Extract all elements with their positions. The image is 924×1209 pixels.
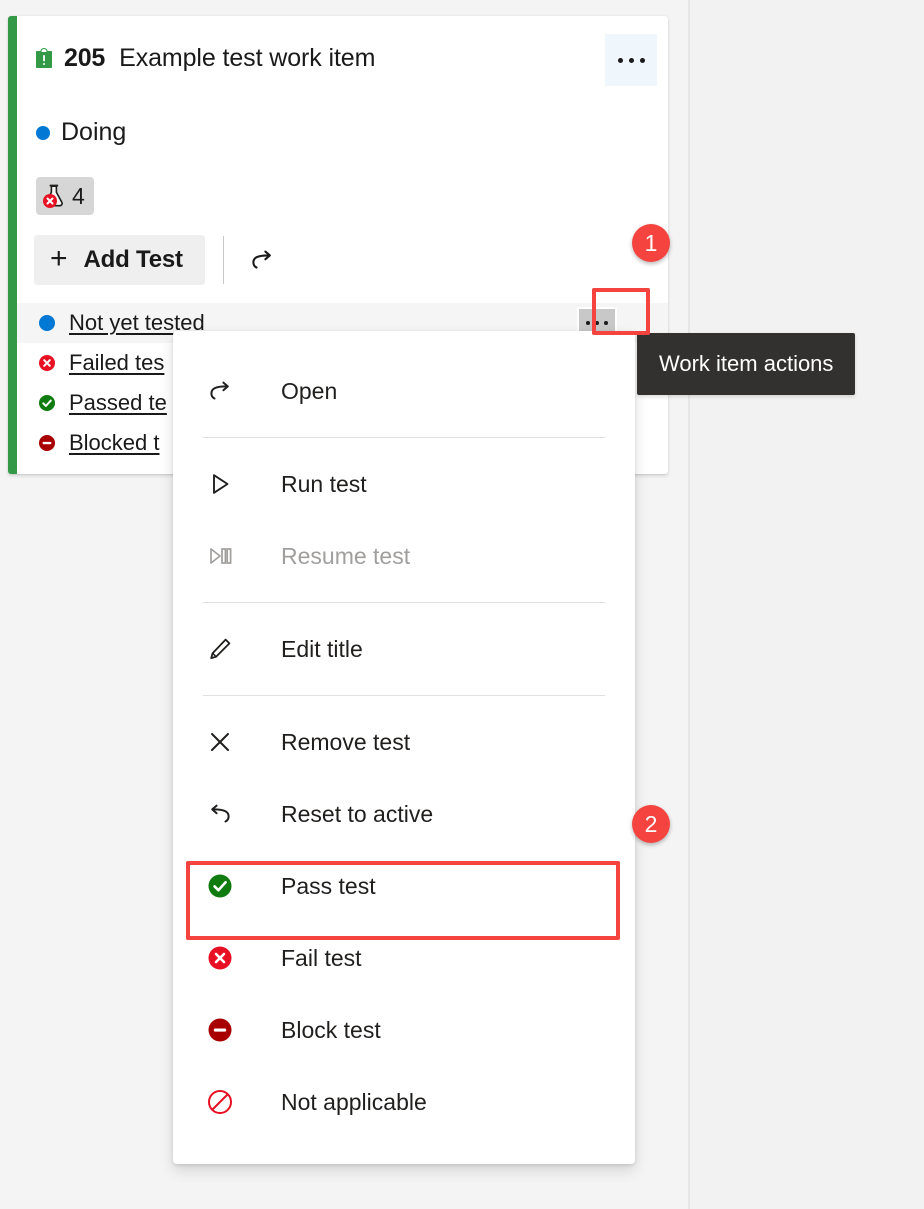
menu-item-not-applicable[interactable]: Not applicable — [173, 1066, 635, 1138]
state-dot-icon — [36, 125, 50, 140]
work-item-type-stripe — [8, 16, 17, 474]
menu-item-fail-test[interactable]: Fail test — [173, 922, 635, 994]
work-item-actions-button[interactable] — [605, 34, 657, 86]
ellipsis-icon — [586, 321, 608, 325]
menu-item-open[interactable]: Open — [173, 355, 635, 427]
blocked-dark-red-minus-icon — [39, 435, 55, 451]
flask-failed-icon — [41, 183, 67, 209]
play-triangle-icon — [207, 471, 247, 497]
test-context-menu: Open Run test Resume test Edit title Rem… — [173, 331, 635, 1164]
menu-item-label: Fail test — [281, 944, 362, 971]
menu-item-label: Edit title — [281, 635, 363, 662]
test-toolbar: + Add Test — [34, 235, 284, 285]
test-name-link[interactable]: Failed tes — [69, 350, 164, 376]
failed-red-x-icon — [39, 355, 55, 371]
failed-red-x-icon — [207, 945, 247, 971]
ellipsis-icon — [617, 57, 645, 63]
work-item-title: Example test work item — [119, 44, 376, 72]
refresh-tests-button[interactable] — [240, 238, 284, 282]
menu-item-label: Not applicable — [281, 1088, 427, 1115]
annotation-badge-1: 1 — [632, 224, 670, 262]
menu-item-label: Resume test — [281, 542, 411, 569]
issue-clipboard-icon — [36, 48, 52, 68]
not-applicable-slash-icon — [207, 1089, 247, 1115]
failed-tests-count: 4 — [72, 182, 85, 209]
menu-item-run-test[interactable]: Run test — [173, 448, 635, 520]
work-item-id: 205 — [64, 44, 106, 72]
work-item-header: 205 Example test work item — [34, 44, 658, 73]
open-arrow-icon — [207, 378, 247, 404]
annotation-badge-2: 2 — [632, 805, 670, 843]
menu-separator — [203, 695, 605, 696]
menu-item-label: Block test — [281, 1016, 381, 1043]
menu-item-pass-test[interactable]: Pass test — [173, 850, 635, 922]
work-item-actions-tooltip: Work item actions — [637, 333, 856, 395]
add-test-button[interactable]: + Add Test — [34, 235, 205, 285]
state-label: Doing — [61, 118, 127, 146]
not-run-blue-circle-icon — [39, 315, 55, 331]
menu-separator — [203, 602, 605, 603]
menu-item-remove-test[interactable]: Remove test — [173, 706, 635, 778]
passed-green-check-icon — [39, 395, 55, 411]
plus-icon: + — [50, 241, 68, 275]
toolbar-separator — [222, 236, 224, 284]
passed-green-check-icon — [207, 873, 247, 899]
test-name-link[interactable]: Passed te — [69, 390, 167, 416]
menu-item-label: Remove test — [281, 728, 411, 755]
menu-item-reset-to-active[interactable]: Reset to active — [173, 778, 635, 850]
menu-item-resume-test: Resume test — [173, 520, 635, 592]
menu-item-block-test[interactable]: Block test — [173, 994, 635, 1066]
blocked-dark-red-minus-icon — [207, 1017, 247, 1043]
menu-item-label: Pass test — [281, 872, 376, 899]
menu-item-label: Reset to active — [281, 800, 434, 827]
board-column-right — [690, 0, 924, 1209]
pencil-edit-icon — [207, 636, 247, 662]
work-item-state: Doing — [36, 118, 126, 147]
menu-item-label: Run test — [281, 470, 367, 497]
refresh-redo-icon — [252, 250, 271, 269]
close-x-icon — [207, 729, 247, 755]
undo-arrow-icon — [207, 801, 247, 827]
resume-play-icon — [207, 543, 247, 569]
menu-item-label: Open — [281, 377, 338, 404]
add-test-label: Add Test — [83, 246, 183, 273]
test-name-link[interactable]: Blocked t — [69, 430, 160, 456]
menu-separator — [203, 437, 605, 438]
menu-item-edit-title[interactable]: Edit title — [173, 613, 635, 685]
failed-tests-summary-pill[interactable]: 4 — [36, 177, 94, 215]
